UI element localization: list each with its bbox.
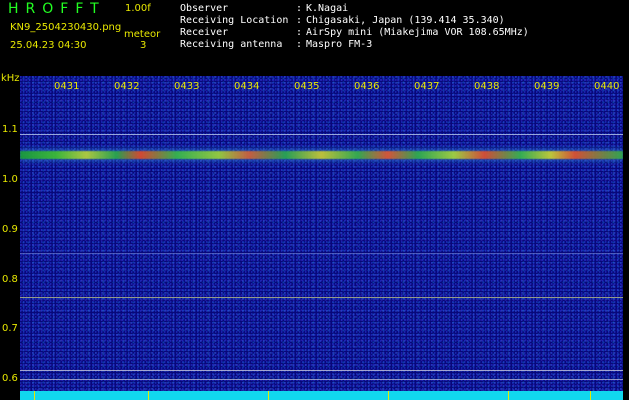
floor-tick — [508, 391, 509, 400]
info-separator: : — [296, 39, 303, 50]
echo-band — [20, 151, 623, 159]
x-tick-label: 0434 — [234, 81, 260, 92]
floor-tick — [34, 391, 35, 400]
y-tick-label: 0.6 — [2, 373, 18, 384]
info-separator: : — [296, 27, 303, 38]
app-title: HROFFT — [8, 1, 106, 17]
info-separator: : — [296, 15, 303, 26]
info-label-antenna: Receiving antenna — [180, 39, 283, 50]
carrier-line — [20, 370, 623, 371]
carrier-line — [20, 253, 623, 254]
info-value-receiver: AirSpy mini (Miakejima VOR 108.65MHz) — [306, 27, 529, 38]
carrier-line — [20, 379, 623, 380]
y-tick-label: 1.1 — [2, 124, 18, 135]
spectrogram-plot — [20, 76, 623, 391]
x-tick-label: 0436 — [354, 81, 380, 92]
x-tick-label: 0440 — [594, 81, 620, 92]
x-tick-label: 0438 — [474, 81, 500, 92]
floor-tick — [268, 391, 269, 400]
y-tick-label: 1.0 — [2, 174, 18, 185]
y-tick-label: 0.8 — [2, 274, 18, 285]
date-time: 25.04.23 04:30 — [10, 40, 87, 51]
y-tick-label: 0.9 — [2, 224, 18, 235]
x-tick-label: 0435 — [294, 81, 320, 92]
info-separator: : — [296, 3, 303, 14]
signal-floor — [20, 391, 623, 400]
y-tick-label: 0.7 — [2, 323, 18, 334]
mode-label: meteor — [124, 29, 161, 40]
info-label-receiver: Receiver — [180, 27, 229, 38]
axis-unit-label: kHz — [1, 73, 20, 84]
info-value-antenna: Maspro FM-3 — [306, 39, 373, 50]
info-value-location: Chigasaki, Japan (139.414 35.340) — [306, 15, 505, 26]
carrier-line — [20, 134, 623, 135]
meteor-count: 3 — [140, 40, 147, 51]
app-version: 1.00f — [125, 3, 151, 14]
floor-tick — [590, 391, 591, 400]
file-name: KN9_2504230430.png — [10, 22, 122, 33]
floor-tick — [148, 391, 149, 400]
x-tick-label: 0439 — [534, 81, 560, 92]
floor-tick — [388, 391, 389, 400]
x-tick-label: 0431 — [54, 81, 80, 92]
info-label-location: Receiving Location — [180, 15, 289, 26]
carrier-line — [20, 297, 623, 298]
x-tick-label: 0432 — [114, 81, 140, 92]
x-tick-label: 0437 — [414, 81, 440, 92]
info-value-observer: K.Nagai — [306, 3, 349, 14]
info-label-observer: Observer — [180, 3, 229, 14]
x-tick-label: 0433 — [174, 81, 200, 92]
